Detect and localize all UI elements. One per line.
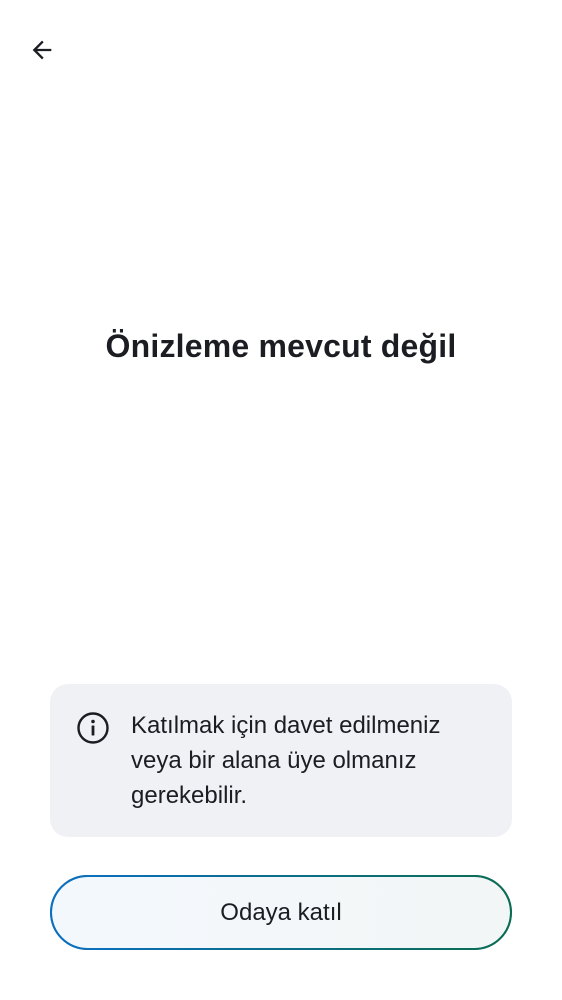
info-icon xyxy=(76,711,110,745)
join-room-label: Odaya katıl xyxy=(220,898,342,926)
room-preview-screen: Önizleme mevcut değil Katılmak için dave… xyxy=(0,0,562,1000)
page-title: Önizleme mevcut değil xyxy=(105,328,457,364)
info-notice: Katılmak için davet edilmeniz veya bir a… xyxy=(50,684,512,837)
arrow-left-icon xyxy=(28,36,56,64)
join-room-button[interactable]: Odaya katıl xyxy=(50,875,512,950)
notice-text: Katılmak için davet edilmeniz veya bir a… xyxy=(131,712,441,809)
back-button[interactable] xyxy=(18,26,66,74)
